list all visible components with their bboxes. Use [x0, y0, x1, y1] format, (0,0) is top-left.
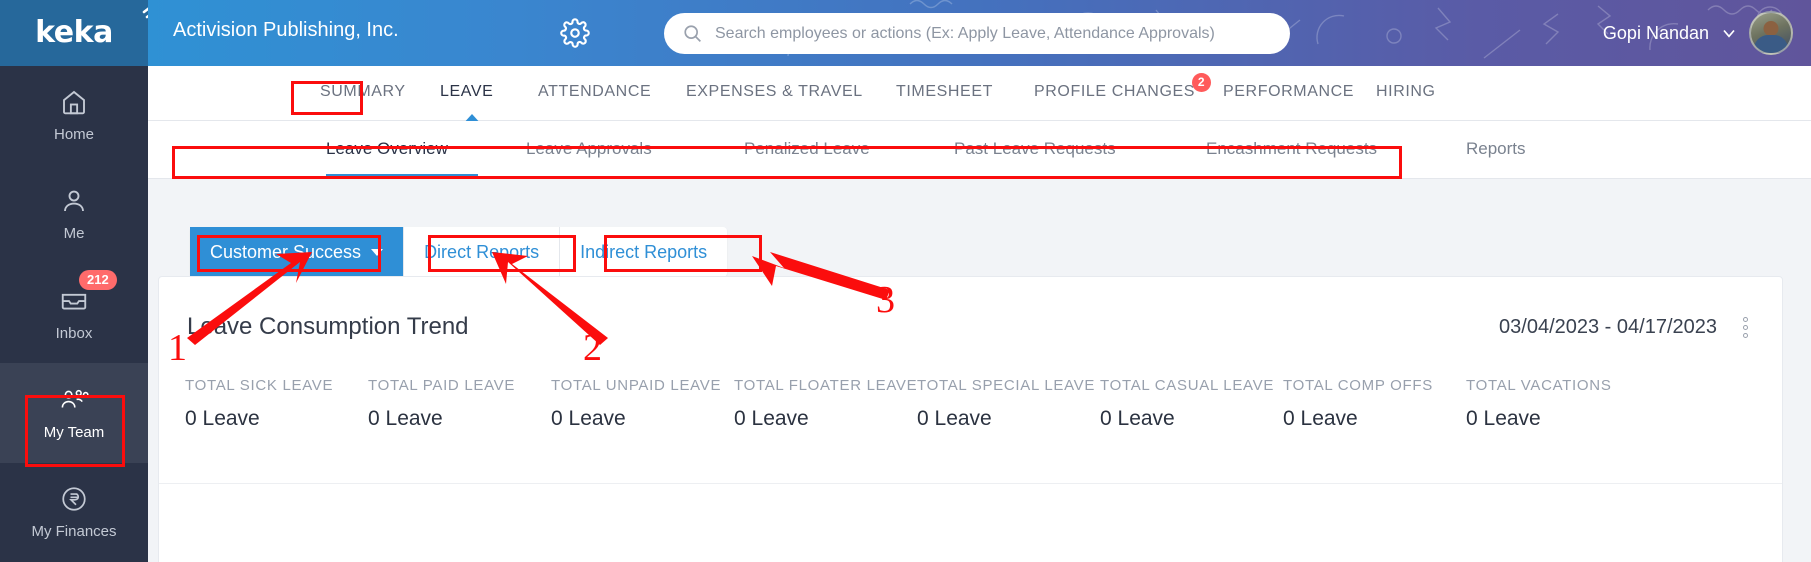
keka-logo-text: keka — [35, 15, 113, 51]
top-header-bar: Activision Publishing, Inc. Search emplo… — [148, 0, 1811, 66]
keka-logo[interactable]: keka — [0, 0, 167, 66]
stat-total-paid-leave: TOTAL PAID LEAVE 0 Leave — [368, 377, 551, 431]
stat-value: 0 Leave — [185, 407, 260, 430]
stat-total-floater-leave: TOTAL FLOATER LEAVE 0 Leave — [734, 377, 917, 431]
tab-attendance[interactable]: ATTENDANCE — [538, 83, 651, 101]
sub-tab-bar: Leave Overview Leave Approvals Penalized… — [148, 121, 1811, 179]
subtab-penalized-leave[interactable]: Penalized Leave — [744, 139, 870, 159]
sidebar-item-home[interactable]: Home — [0, 66, 148, 165]
active-subtab-underline — [326, 174, 478, 178]
tab-profile-changes[interactable]: PROFILE CHANGES 2 — [1034, 73, 1212, 101]
inbox-icon — [59, 286, 89, 316]
leave-stats-row: TOTAL SICK LEAVE 0 Leave TOTAL PAID LEAV… — [159, 377, 1782, 431]
tab-profile-changes-badge: 2 — [1192, 73, 1212, 92]
filter-direct-reports[interactable]: Direct Reports — [404, 227, 561, 277]
stat-value: 0 Leave — [1466, 407, 1541, 430]
stat-value: 0 Leave — [734, 407, 809, 430]
filter-customer-success[interactable]: Customer Success — [190, 227, 405, 277]
card-header-right: 03/04/2023 - 04/17/2023 — [1499, 313, 1752, 342]
gear-icon[interactable] — [560, 18, 590, 53]
person-icon — [59, 186, 89, 216]
date-range[interactable]: 03/04/2023 - 04/17/2023 — [1499, 316, 1717, 339]
subtab-past-leave-requests[interactable]: Past Leave Requests — [954, 139, 1116, 159]
leave-consumption-trend-card: Leave Consumption Trend 03/04/2023 - 04/… — [158, 276, 1783, 562]
stat-label: TOTAL SPECIAL LEAVE — [917, 377, 1096, 394]
stat-total-unpaid-leave: TOTAL UNPAID LEAVE 0 Leave — [551, 377, 734, 431]
filter-customer-success-label: Customer Success — [210, 241, 362, 262]
sidebar-item-my-finances[interactable]: My Finances — [0, 463, 148, 562]
stat-value: 0 Leave — [1100, 407, 1175, 430]
filter-indirect-reports[interactable]: Indirect Reports — [560, 227, 727, 277]
card-header: Leave Consumption Trend 03/04/2023 - 04/… — [159, 277, 1782, 377]
stat-label: TOTAL SICK LEAVE — [185, 377, 334, 394]
stat-label: TOTAL UNPAID LEAVE — [551, 377, 722, 394]
main-tab-bar: SUMMARY LEAVE ATTENDANCE EXPENSES & TRAV… — [148, 66, 1811, 125]
kebab-dot — [1743, 332, 1748, 338]
tab-leave[interactable]: LEAVE — [440, 83, 493, 101]
kebab-dot — [1743, 316, 1748, 322]
sidebar: keka Home Me 212 Inbox My Team My Financ… — [0, 0, 167, 562]
subtab-leave-approvals[interactable]: Leave Approvals — [526, 139, 652, 159]
stat-total-casual-leave: TOTAL CASUAL LEAVE 0 Leave — [1100, 377, 1283, 431]
tab-performance[interactable]: PERFORMANCE — [1223, 83, 1354, 101]
card-title: Leave Consumption Trend — [187, 313, 469, 340]
sidebar-item-label: Home — [53, 126, 94, 144]
tab-hiring[interactable]: HIRING — [1376, 83, 1436, 101]
avatar-face — [1763, 21, 1779, 36]
card-divider — [159, 483, 1782, 484]
inbox-badge: 212 — [79, 270, 117, 291]
sidebar-item-label: Me — [63, 225, 85, 243]
home-icon — [59, 87, 89, 117]
stat-value: 0 Leave — [551, 407, 626, 430]
chevron-down-icon — [371, 248, 384, 256]
tab-timesheet[interactable]: TIMESHEET — [896, 83, 993, 101]
stat-label: TOTAL PAID LEAVE — [368, 377, 516, 394]
stat-label: TOTAL CASUAL LEAVE — [1100, 377, 1275, 394]
stat-label: TOTAL VACATIONS — [1466, 377, 1612, 394]
avatar[interactable] — [1749, 11, 1793, 55]
stat-total-vacations: TOTAL VACATIONS 0 Leave — [1466, 377, 1649, 431]
tab-summary[interactable]: SUMMARY — [320, 83, 406, 101]
sidebar-item-me[interactable]: Me — [0, 165, 148, 264]
subtab-encashment-requests[interactable]: Encashment Requests — [1206, 139, 1377, 159]
people-group-icon — [59, 385, 89, 415]
tab-expenses-travel[interactable]: EXPENSES & TRAVEL — [686, 83, 863, 101]
user-menu[interactable]: Gopi Nandan — [1603, 0, 1793, 66]
sidebar-item-label: My Team — [43, 424, 105, 442]
stat-label: TOTAL COMP OFFS — [1283, 377, 1433, 394]
stat-total-special-leave: TOTAL SPECIAL LEAVE 0 Leave — [917, 377, 1100, 431]
sidebar-item-label: My Finances — [31, 523, 117, 541]
company-name: Activision Publishing, Inc. — [173, 19, 399, 41]
chevron-down-icon — [1723, 29, 1735, 38]
stat-value: 0 Leave — [1283, 407, 1358, 430]
sidebar-item-my-team[interactable]: My Team — [0, 363, 148, 463]
stat-label: TOTAL FLOATER LEAVE — [734, 377, 918, 394]
subtab-reports[interactable]: Reports — [1466, 139, 1526, 159]
kebab-menu-icon[interactable] — [1739, 313, 1752, 342]
tab-profile-changes-label: PROFILE CHANGES — [1034, 83, 1196, 100]
user-name: Gopi Nandan — [1602, 22, 1709, 43]
stat-value: 0 Leave — [368, 407, 443, 430]
avatar-body — [1754, 35, 1788, 53]
search-icon — [684, 25, 701, 42]
subtab-leave-overview[interactable]: Leave Overview — [326, 139, 448, 159]
rupee-circle-icon — [59, 484, 89, 514]
content-area: Customer Success Direct Reports Indirect… — [148, 179, 1811, 562]
kebab-dot — [1743, 324, 1748, 330]
stat-total-sick-leave: TOTAL SICK LEAVE 0 Leave — [185, 377, 368, 431]
search-placeholder: Search employees or actions (Ex: Apply L… — [715, 24, 1215, 42]
stat-total-comp-offs: TOTAL COMP OFFS 0 Leave — [1283, 377, 1466, 431]
sidebar-item-label: Inbox — [55, 324, 93, 342]
app-root: keka Home Me 212 Inbox My Team My Financ… — [0, 0, 1811, 562]
sidebar-item-inbox[interactable]: 212 Inbox — [0, 264, 148, 363]
scope-filter-group: Customer Success Direct Reports Indirect… — [190, 227, 728, 277]
search-bar[interactable]: Search employees or actions (Ex: Apply L… — [664, 13, 1290, 54]
stat-value: 0 Leave — [917, 407, 992, 430]
